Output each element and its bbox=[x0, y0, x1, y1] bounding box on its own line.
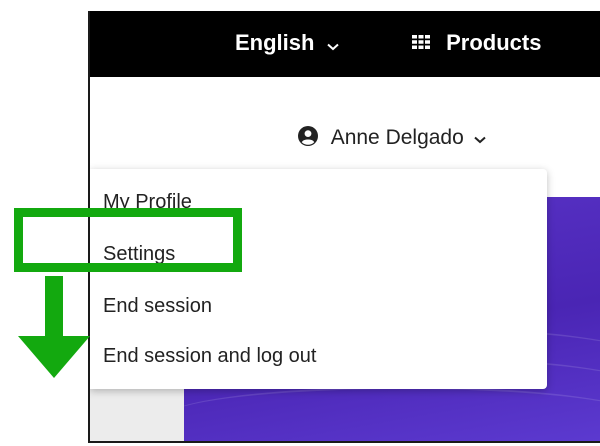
products-label: Products bbox=[446, 30, 542, 55]
arrow-down-icon bbox=[16, 276, 92, 380]
sidebar-background bbox=[90, 383, 184, 441]
menu-item-end-session[interactable]: End session bbox=[103, 293, 212, 319]
user-circle-icon bbox=[298, 126, 318, 147]
language-selector[interactable]: English bbox=[235, 29, 339, 58]
screenshot-stage: English Products Anne Delgado My Profile… bbox=[0, 0, 600, 446]
grid-icon bbox=[412, 35, 430, 50]
user-dropdown-menu: My Profile Settings End session End sess… bbox=[90, 169, 547, 389]
language-label: English bbox=[235, 30, 315, 55]
user-menu-toggle[interactable]: Anne Delgado bbox=[298, 125, 486, 151]
top-navigation-bar: English Products bbox=[90, 11, 600, 77]
products-menu-button[interactable]: Products bbox=[412, 29, 541, 57]
user-name: Anne Delgado bbox=[330, 126, 464, 149]
settings-highlight-box bbox=[14, 208, 242, 272]
chevron-down-icon bbox=[326, 30, 339, 58]
menu-item-end-session-log-out[interactable]: End session and log out bbox=[103, 343, 317, 369]
banner-wave-decoration bbox=[184, 387, 600, 441]
chevron-down-icon bbox=[473, 125, 486, 151]
